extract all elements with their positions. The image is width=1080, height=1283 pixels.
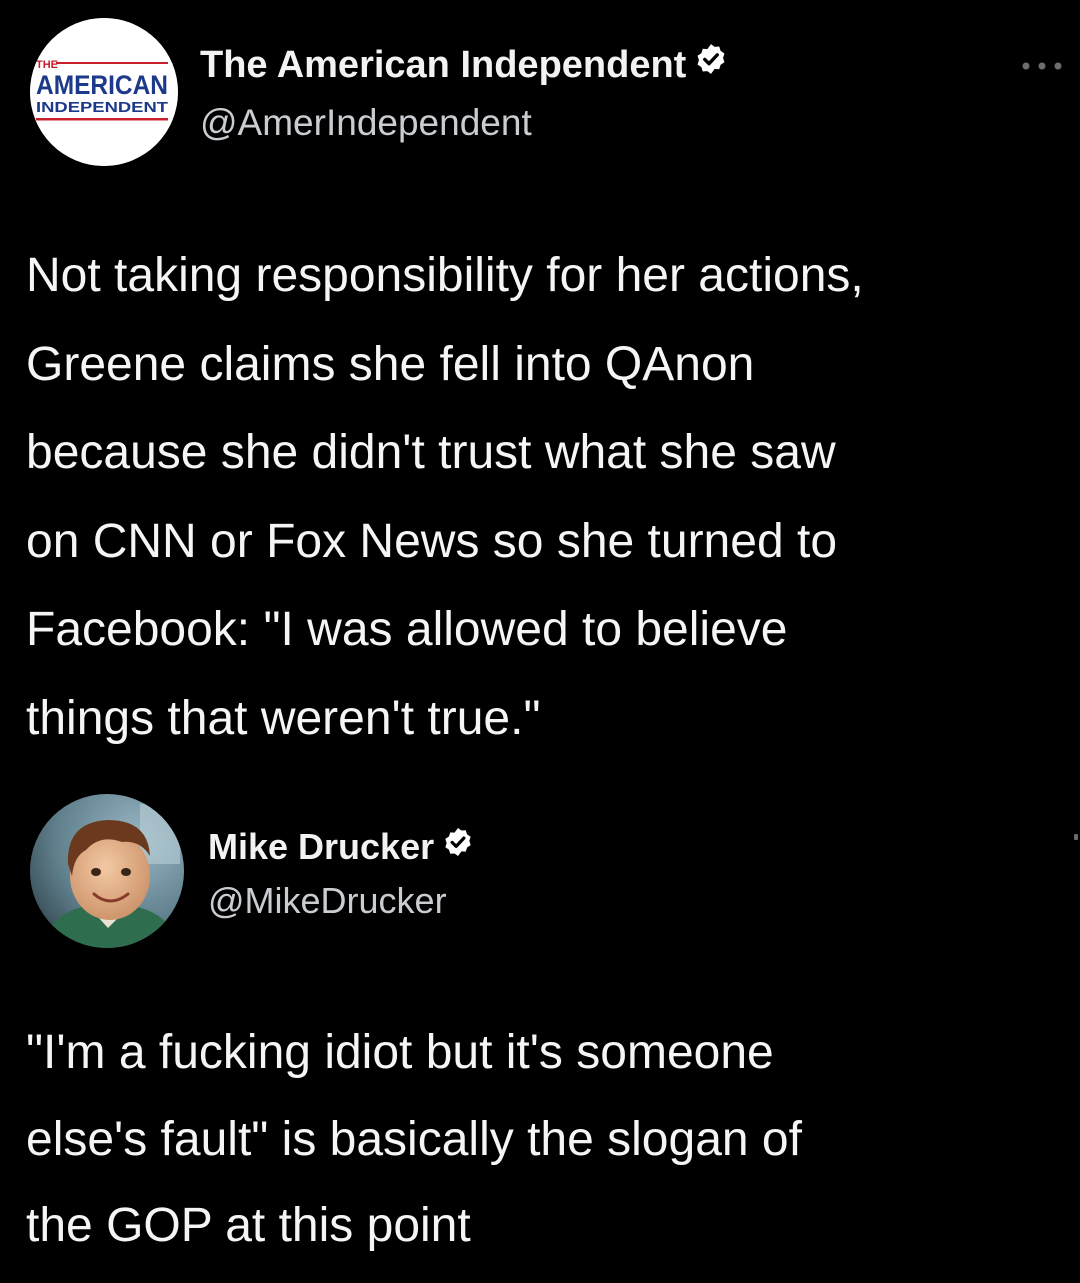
american-independent-avatar[interactable]: THE AMERICAN INDEPENDENT [30, 18, 178, 166]
child-photo-image [30, 794, 184, 948]
svg-text:AMERICAN: AMERICAN [36, 70, 168, 100]
display-name[interactable]: The American Independent [200, 44, 728, 87]
tweet-text: Not taking responsibility for her action… [26, 249, 864, 745]
original-tweet: THE AMERICAN INDEPENDENT The American In… [0, 0, 1080, 790]
tweet-text: "I'm a fucking idiot but it's someone el… [26, 1026, 802, 1252]
american-independent-logo: THE AMERICAN INDEPENDENT [30, 18, 178, 166]
display-name-text: Mike Drucker [208, 826, 435, 867]
more-options-icon[interactable] [1018, 56, 1074, 76]
user-handle[interactable]: @AmerIndependent [200, 102, 532, 144]
display-name-text: The American Independent [200, 44, 687, 86]
display-name[interactable]: Mike Drucker [208, 826, 474, 868]
user-handle[interactable]: @MikeDrucker [208, 880, 447, 922]
verified-badge-icon [694, 42, 728, 86]
verified-badge-icon [442, 825, 474, 867]
reply-tweet: Mike Drucker @MikeDrucker "I'm a fucking… [0, 790, 1080, 1283]
mike-drucker-avatar[interactable] [30, 794, 184, 948]
svg-text:INDEPENDENT: INDEPENDENT [36, 99, 168, 116]
